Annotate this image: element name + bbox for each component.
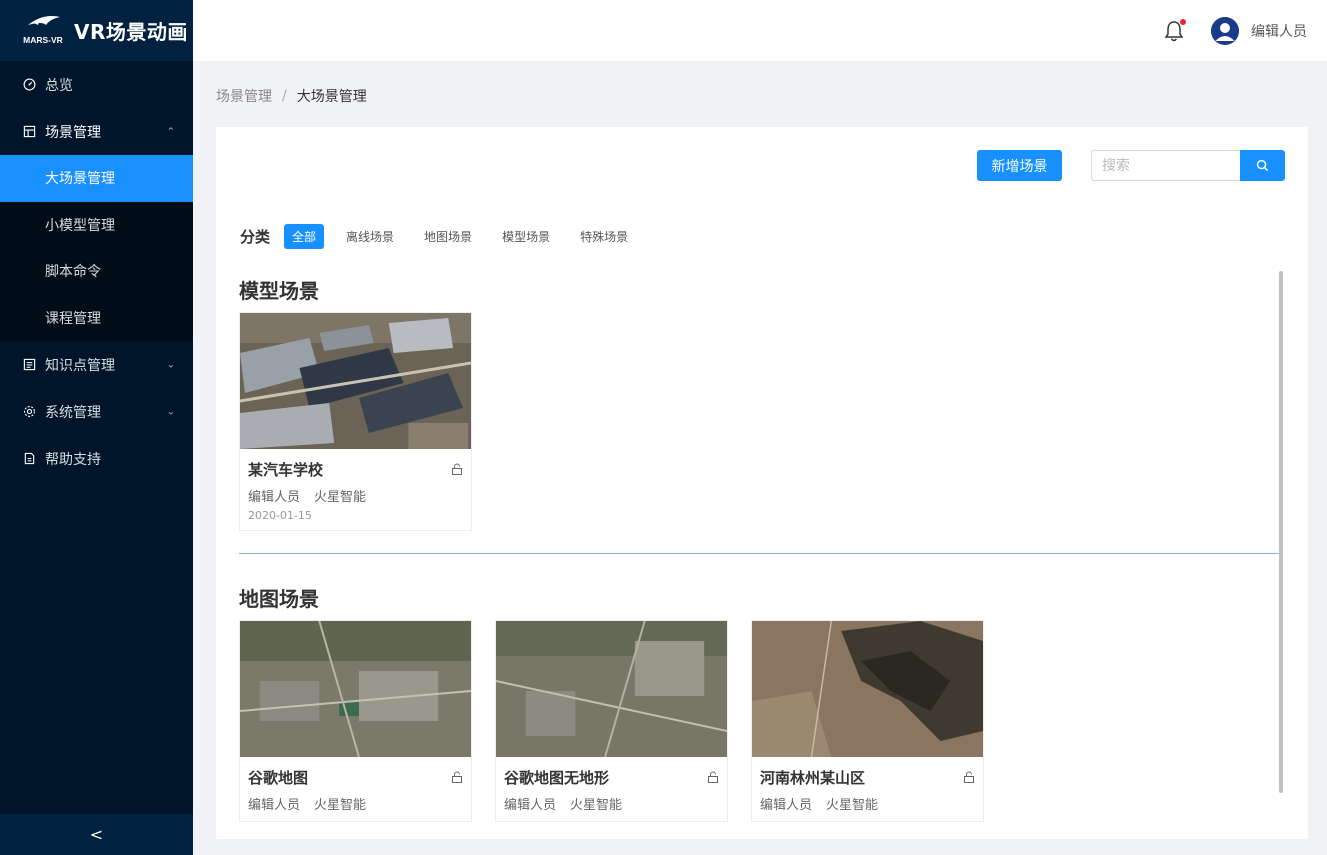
scene-author: 编辑人员 bbox=[760, 798, 813, 813]
sidebar-collapse-button[interactable]: < bbox=[0, 814, 193, 855]
svg-text:MARS-VR: MARS-VR bbox=[23, 35, 63, 45]
help-icon bbox=[22, 452, 36, 466]
search-input[interactable] bbox=[1091, 150, 1240, 181]
scene-org: 火星智能 bbox=[314, 490, 367, 505]
sidebar-item-small-model[interactable]: 小模型管理 bbox=[0, 202, 193, 249]
unlock-icon bbox=[452, 771, 462, 783]
scene-date: 2020-01-15 bbox=[248, 509, 312, 522]
filter-tag-map[interactable]: 地图场景 bbox=[416, 224, 480, 249]
filter-tag-model[interactable]: 模型场景 bbox=[494, 224, 558, 249]
top-header: 编辑人员 bbox=[193, 0, 1327, 61]
scene-org: 火星智能 bbox=[826, 798, 879, 813]
user-name[interactable]: 编辑人员 bbox=[1251, 21, 1307, 41]
scene-thumbnail bbox=[240, 313, 471, 449]
sidebar-item-label: 小模型管理 bbox=[45, 217, 115, 234]
filter-tag-offline[interactable]: 离线场景 bbox=[338, 224, 402, 249]
scene-title: 河南林州某山区 bbox=[760, 769, 866, 787]
category-filter: 分类 全部 离线场景 地图场景 模型场景 特殊场景 bbox=[240, 224, 650, 249]
notification-badge bbox=[1180, 18, 1186, 25]
scene-title: 谷歌地图 bbox=[248, 769, 309, 787]
sidebar-item-overview[interactable]: 总览 bbox=[0, 61, 193, 108]
sidebar-item-label: 知识点管理 bbox=[45, 357, 115, 374]
scrollbar[interactable] bbox=[1279, 271, 1283, 793]
scene-card-info: 谷歌地图无地形 编辑人员 火星智能 bbox=[496, 757, 727, 821]
scene-meta: 编辑人员 火星智能 bbox=[760, 794, 975, 813]
chevron-down-icon: ⌄ bbox=[166, 359, 175, 370]
sidebar-item-system[interactable]: 系统管理 ⌄ bbox=[0, 388, 193, 435]
search-box bbox=[1091, 150, 1285, 181]
section-divider bbox=[239, 553, 1280, 554]
scene-card[interactable]: 谷歌地图 编辑人员 火星智能 bbox=[239, 620, 472, 822]
sidebar-item-course[interactable]: 课程管理 bbox=[0, 295, 193, 342]
breadcrumb-current: 大场景管理 bbox=[296, 89, 367, 105]
settings-icon bbox=[22, 405, 36, 419]
dashboard-icon bbox=[22, 78, 36, 92]
mars-vr-logo-icon: MARS-VR bbox=[20, 11, 66, 51]
sidebar-item-scene-management[interactable]: 场景管理 ⌃ bbox=[0, 108, 193, 155]
breadcrumb-parent[interactable]: 场景管理 bbox=[216, 86, 272, 106]
scene-meta: 编辑人员 火星智能 bbox=[248, 794, 463, 813]
scene-org: 火星智能 bbox=[570, 798, 623, 813]
scene-meta: 编辑人员 火星智能 bbox=[248, 486, 463, 505]
search-button[interactable] bbox=[1240, 150, 1285, 181]
breadcrumb: 场景管理 / 大场景管理 bbox=[216, 86, 367, 106]
avatar[interactable] bbox=[1211, 16, 1239, 45]
sidebar-item-knowledge[interactable]: 知识点管理 ⌄ bbox=[0, 341, 193, 388]
scene-author: 编辑人员 bbox=[504, 798, 557, 813]
knowledge-icon bbox=[22, 358, 36, 372]
unlock-icon bbox=[708, 771, 718, 783]
notification-bell[interactable] bbox=[1163, 18, 1187, 43]
sidebar-item-label: 大场景管理 bbox=[45, 171, 115, 188]
content-panel: 新增场景 分类 全部 离线场景 地图场景 模型场景 特殊场景 模型场景 bbox=[216, 127, 1308, 839]
submenu-scene-management: 大场景管理 小模型管理 脚本命令 课程管理 bbox=[0, 155, 193, 341]
scene-title: 谷歌地图无地形 bbox=[504, 769, 610, 787]
chevron-left-icon: < bbox=[89, 825, 104, 844]
search-icon bbox=[1256, 159, 1269, 172]
unlock-icon bbox=[452, 463, 462, 475]
scene-card[interactable]: 某汽车学校 编辑人员 火星智能 2020-01-15 bbox=[239, 312, 472, 531]
scene-card[interactable]: 谷歌地图无地形 编辑人员 火星智能 bbox=[495, 620, 728, 822]
app-title: VR场景动画 bbox=[74, 20, 188, 44]
sidebar-item-label: 帮助支持 bbox=[45, 451, 101, 468]
filter-tag-special[interactable]: 特殊场景 bbox=[572, 224, 636, 249]
add-scene-button[interactable]: 新增场景 bbox=[977, 150, 1062, 181]
scene-org: 火星智能 bbox=[314, 798, 367, 813]
user-avatar-icon bbox=[1211, 16, 1239, 45]
scene-card[interactable]: 河南林州某山区 编辑人员 火星智能 bbox=[751, 620, 984, 822]
scene-meta: 编辑人员 火星智能 bbox=[504, 794, 719, 813]
scene-card-info: 某汽车学校 编辑人员 火星智能 2020-01-15 bbox=[240, 449, 471, 530]
sidebar-menu: 总览 场景管理 ⌃ 大场景管理 小模型管理 脚本命令 课程管理 知识点管理 ⌄ … bbox=[0, 61, 193, 482]
scene-icon bbox=[22, 125, 36, 139]
chevron-down-icon: ⌄ bbox=[166, 406, 175, 417]
sidebar-item-help[interactable]: 帮助支持 bbox=[0, 435, 193, 482]
scene-author: 编辑人员 bbox=[248, 798, 301, 813]
scene-title: 某汽车学校 bbox=[248, 461, 324, 479]
scene-thumbnail bbox=[496, 621, 727, 757]
scene-thumbnail bbox=[240, 621, 471, 757]
scene-thumbnail bbox=[752, 621, 983, 757]
sidebar-item-large-scene[interactable]: 大场景管理 bbox=[0, 155, 193, 202]
sidebar-item-label: 场景管理 bbox=[45, 124, 101, 141]
sidebar-item-label: 总览 bbox=[45, 77, 73, 94]
logo[interactable]: MARS-VR VR场景动画 bbox=[0, 0, 193, 61]
section-title-map: 地图场景 bbox=[239, 587, 319, 611]
sidebar: MARS-VR VR场景动画 总览 场景管理 ⌃ 大场景管理 小模型管理 脚本命… bbox=[0, 0, 193, 855]
scene-card-info: 谷歌地图 编辑人员 火星智能 bbox=[240, 757, 471, 821]
sidebar-item-label: 脚本命令 bbox=[45, 264, 101, 281]
section-title-model: 模型场景 bbox=[239, 279, 319, 303]
scene-author: 编辑人员 bbox=[248, 490, 301, 505]
chevron-up-icon: ⌃ bbox=[166, 126, 175, 137]
sidebar-item-label: 系统管理 bbox=[45, 404, 101, 421]
filter-label: 分类 bbox=[240, 228, 271, 246]
breadcrumb-separator: / bbox=[282, 88, 287, 104]
sidebar-item-script-command[interactable]: 脚本命令 bbox=[0, 248, 193, 295]
unlock-icon bbox=[964, 771, 974, 783]
scene-card-info: 河南林州某山区 编辑人员 火星智能 bbox=[752, 757, 983, 821]
filter-tag-all[interactable]: 全部 bbox=[284, 224, 325, 249]
sidebar-item-label: 课程管理 bbox=[45, 310, 101, 327]
